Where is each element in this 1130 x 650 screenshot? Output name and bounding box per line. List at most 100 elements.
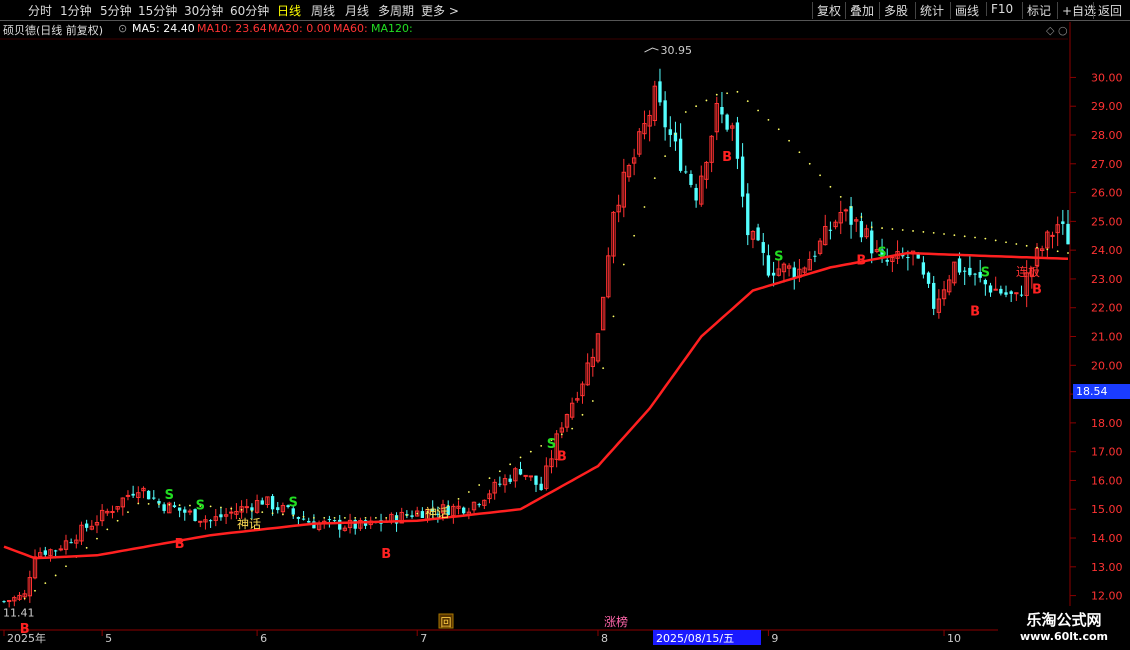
- period-tab-2[interactable]: 5分钟: [100, 2, 132, 19]
- brand-name: 乐淘公式网: [1026, 611, 1102, 629]
- candle-body: [162, 504, 166, 511]
- candle-body: [250, 507, 254, 511]
- toolbar-button-8[interactable]: 返回: [1093, 2, 1122, 19]
- dotted-indicator-point: [984, 237, 987, 240]
- toolbar-button-5[interactable]: F10: [986, 2, 1013, 16]
- candle-body: [477, 504, 481, 506]
- dotted-indicator-point: [602, 367, 605, 370]
- stock-title: 硕贝德(日线 前复权): [3, 24, 104, 37]
- candle-body: [146, 490, 151, 500]
- candle-body: [1066, 223, 1070, 245]
- dotted-indicator-point: [943, 233, 945, 235]
- dotted-indicator-point: [695, 105, 698, 108]
- dotted-indicator-point: [757, 109, 759, 112]
- candle-body: [528, 475, 534, 478]
- candle-body: [859, 221, 864, 238]
- dotted-indicator-point: [498, 470, 501, 473]
- dotted-indicator-point: [571, 427, 574, 430]
- candle-body: [125, 494, 131, 497]
- dotted-indicator-point: [974, 236, 976, 239]
- candle-body: [152, 497, 156, 499]
- dotted-indicator-point: [467, 491, 470, 493]
- candle-body: [1061, 221, 1065, 224]
- candle-body: [843, 209, 849, 212]
- candle-body: [921, 262, 926, 275]
- candle-body: [792, 267, 796, 278]
- toolbar-button-6[interactable]: 标记: [1022, 2, 1051, 19]
- dotted-indicator-point: [261, 511, 264, 514]
- candle-body: [1004, 292, 1008, 295]
- candle-body: [720, 106, 724, 115]
- kline-chart[interactable]: 12.0013.0014.0015.0016.0017.0018.0019.00…: [0, 0, 1130, 650]
- candle-body: [157, 501, 161, 504]
- dotted-indicator-point: [343, 516, 346, 519]
- period-tab-9[interactable]: 多周期: [378, 2, 414, 19]
- toolbar-button-3[interactable]: 统计: [915, 2, 944, 19]
- candle-body: [332, 520, 337, 522]
- buy-signal: B: [20, 622, 30, 637]
- dotted-indicator-point: [653, 177, 656, 180]
- shenhua-label-1: 神话: [237, 517, 261, 531]
- candle-body: [746, 193, 750, 236]
- dotted-indicator-point: [633, 234, 636, 237]
- price-tick-label: 20.00: [1091, 359, 1123, 372]
- dotted-indicator-point: [777, 128, 780, 131]
- dotted-indicator-point: [912, 230, 914, 232]
- toolbar-button-0[interactable]: 复权: [812, 2, 841, 19]
- dotted-indicator-point: [509, 463, 512, 466]
- dotted-indicator-point: [798, 151, 801, 154]
- period-tab-7[interactable]: 周线: [311, 2, 335, 19]
- candle-body: [870, 230, 874, 254]
- ma-line: [3, 251, 1069, 560]
- dotted-indicator-point: [819, 174, 821, 177]
- candle-body: [244, 506, 249, 509]
- toolbar-button-4[interactable]: 画线: [950, 2, 979, 19]
- period-tab-10[interactable]: 更多 >: [421, 2, 459, 19]
- dotted-indicator-point: [147, 502, 150, 505]
- candle-body: [771, 272, 776, 276]
- candle-body: [957, 258, 962, 273]
- candle-body: [84, 523, 89, 528]
- period-tab-0[interactable]: 分时: [28, 2, 52, 19]
- dotted-indicator-point: [251, 510, 253, 512]
- period-tab-5[interactable]: 60分钟: [230, 2, 269, 19]
- settings-icon[interactable]: ⊙: [118, 22, 127, 35]
- candle-body: [410, 515, 414, 517]
- dotted-indicator-point: [354, 516, 357, 519]
- candle-body: [1050, 234, 1055, 237]
- buy-signal: B: [856, 254, 866, 269]
- candle-body: [668, 129, 672, 135]
- candle-body: [172, 505, 177, 508]
- buy-signal: B: [175, 537, 185, 552]
- dotted-indicator-point: [850, 206, 852, 208]
- time-tick-label: 10: [947, 632, 961, 645]
- candle-body: [906, 257, 910, 259]
- dotted-indicator-point: [333, 516, 336, 519]
- candle-body: [110, 511, 115, 514]
- dotted-indicator-point: [54, 574, 57, 577]
- toolbar-button-1[interactable]: 叠加: [845, 2, 874, 19]
- candle-body: [58, 548, 63, 551]
- toolbar-button-2[interactable]: 多股: [879, 2, 908, 19]
- candle-body: [6, 600, 12, 603]
- period-tab-1[interactable]: 1分钟: [60, 2, 92, 19]
- dotted-indicator-point: [922, 231, 925, 233]
- candle-body: [963, 270, 967, 272]
- dotted-indicator-point: [901, 229, 904, 231]
- period-tab-3[interactable]: 15分钟: [138, 2, 177, 19]
- period-tab-4[interactable]: 30分钟: [184, 2, 223, 19]
- candle-body: [932, 282, 936, 309]
- dotted-indicator-point: [478, 484, 481, 486]
- brand-url: www.60lt.com: [1019, 630, 1109, 643]
- dotted-indicator-point: [674, 133, 677, 135]
- price-tick-label: 17.00: [1091, 446, 1123, 459]
- candle-body: [43, 550, 47, 555]
- toolbar-button-7[interactable]: +自选: [1057, 2, 1096, 19]
- period-tab-6[interactable]: 日线: [277, 2, 301, 19]
- candle-body: [684, 171, 688, 173]
- dotted-indicator-point: [891, 228, 894, 230]
- period-tab-8[interactable]: 月线: [345, 2, 369, 19]
- dotted-indicator-point: [158, 503, 160, 506]
- candle-body: [658, 81, 662, 103]
- dotted-indicator-point: [488, 477, 491, 480]
